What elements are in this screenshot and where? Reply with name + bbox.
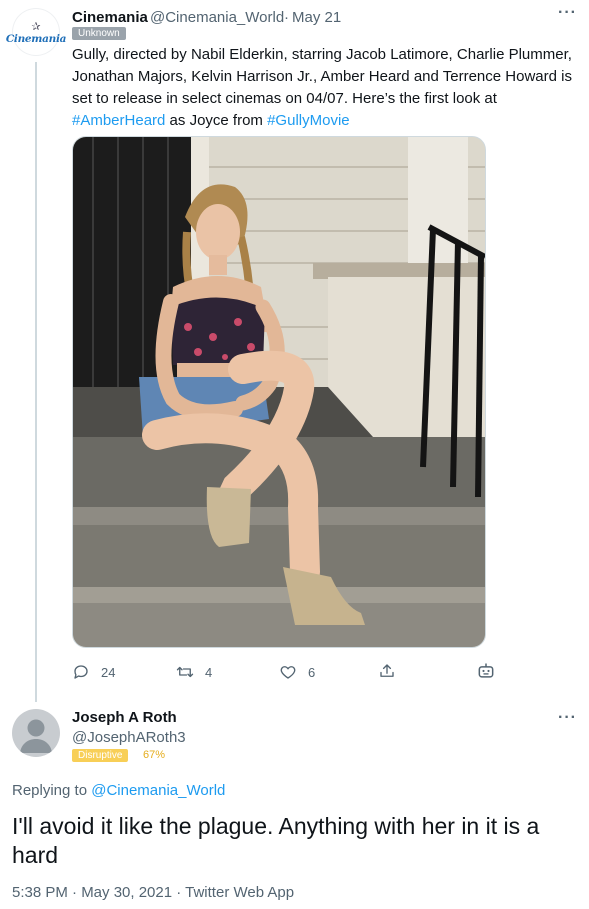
reply-button[interactable]: 24 [72, 663, 115, 681]
retweet-icon [176, 666, 194, 678]
more-options-icon[interactable]: ··· [558, 709, 577, 727]
retweet-button[interactable]: 4 [176, 663, 212, 681]
reply-count: 24 [101, 664, 116, 680]
photo-illustration [73, 137, 485, 647]
more-options-icon[interactable]: ··· [558, 4, 577, 22]
author-display-name[interactable]: Cinemania [72, 9, 148, 26]
reply-timestamp-source[interactable]: 5:38 PM · May 30, 2021 · Twitter Web App [12, 884, 294, 901]
person-silhouette-icon [20, 719, 52, 753]
like-icon [280, 666, 296, 679]
tweet-text: Gully, directed by Nabil Elderkin, starr… [72, 44, 577, 132]
reply-icon [74, 665, 88, 679]
cinemania-avatar[interactable]: ✰ Cinemania [6, 8, 66, 56]
hashtag-link[interactable]: #GullyMovie [267, 112, 350, 129]
tweet-text-part1: Gully, directed by Nabil Elderkin, starr… [72, 46, 572, 107]
share-icon [380, 664, 394, 677]
thread-line [35, 62, 37, 702]
share-button[interactable] [378, 662, 396, 680]
tweet-photo[interactable] [72, 136, 486, 648]
avatar-logo-text: Cinemania [5, 32, 67, 45]
badge-percentage: 67% [143, 749, 166, 761]
separator-dot: · [284, 9, 289, 26]
disruptive-badge: Disruptive [72, 749, 129, 762]
default-avatar[interactable] [12, 709, 60, 757]
mention-link[interactable]: @Cinemania_World [91, 782, 225, 799]
reply-text: I'll avoid it like the plague. Anything … [12, 813, 540, 868]
replying-to-line: Replying to @Cinemania_World [12, 782, 225, 799]
hashtag-link[interactable]: #AmberHeard [72, 112, 165, 129]
like-button[interactable]: 6 [279, 663, 315, 681]
film-star-icon: ✰ [31, 20, 41, 33]
bot-icon [478, 663, 494, 678]
status-badge: Unknown [72, 27, 126, 40]
author-handle[interactable]: @Cinemania_World [150, 9, 284, 26]
reply-author-name[interactable]: Joseph A Roth [72, 709, 177, 726]
bot-button[interactable] [476, 661, 496, 681]
tweet-date[interactable]: May 21 [292, 9, 341, 26]
reply-author-handle[interactable]: @JosephARoth3 [72, 729, 186, 746]
tweet-text-part2: as Joyce from [165, 112, 268, 129]
like-count: 6 [308, 664, 316, 680]
replying-prefix: Replying to [12, 782, 92, 799]
retweet-count: 4 [205, 664, 213, 680]
